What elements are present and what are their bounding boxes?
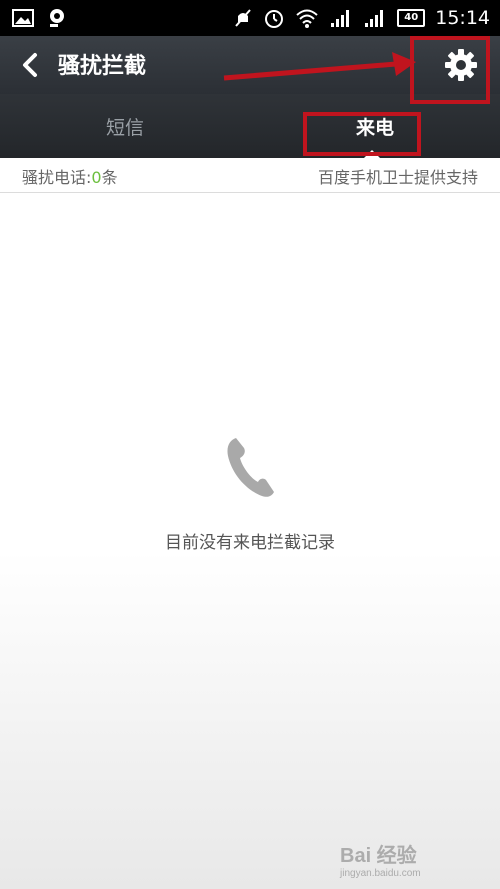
watermark-url: jingyan.baidu.com [340,868,421,879]
page-title: 骚扰拦截 [58,54,147,79]
phone-icon [227,438,274,497]
back-button[interactable] [14,48,48,82]
blocked-calls-count: 0 [91,168,102,187]
watermark-logo: Bai 经验 [340,845,417,867]
location-icon [50,9,64,27]
blocked-calls-unit: 条 [101,168,118,187]
status-right-icons: 40 15:14 [233,4,490,32]
back-arrow-icon [23,53,37,77]
muted-icon [235,9,251,27]
tab-sms[interactable]: 短信 [0,94,250,158]
watermark: Bai 经验 jingyan.baidu.com [340,839,480,881]
settings-highlight-box [410,36,490,104]
empty-state-message: 目前没有来电拦截记录 [165,533,335,553]
status-left-icons [12,6,68,30]
blocked-calls-label: 骚扰电话: [22,168,92,187]
annotation-arrow-icon [223,52,416,81]
battery-icon: 40 [397,9,426,27]
image-icon [12,9,34,27]
wifi-icon [296,9,318,28]
status-bar: 40 15:14 [0,0,500,36]
support-text: 百度手机卫士提供支持 [317,168,478,187]
status-time: 15:14 [435,7,490,29]
signal-icon [331,10,350,27]
info-row: 骚扰电话:0条 百度手机卫士提供支持 [0,158,500,193]
calls-tab-highlight-box [303,112,421,156]
signal-icon [365,10,384,27]
blocked-calls-summary: 骚扰电话:0条 [22,164,118,188]
alarm-icon [265,10,284,28]
